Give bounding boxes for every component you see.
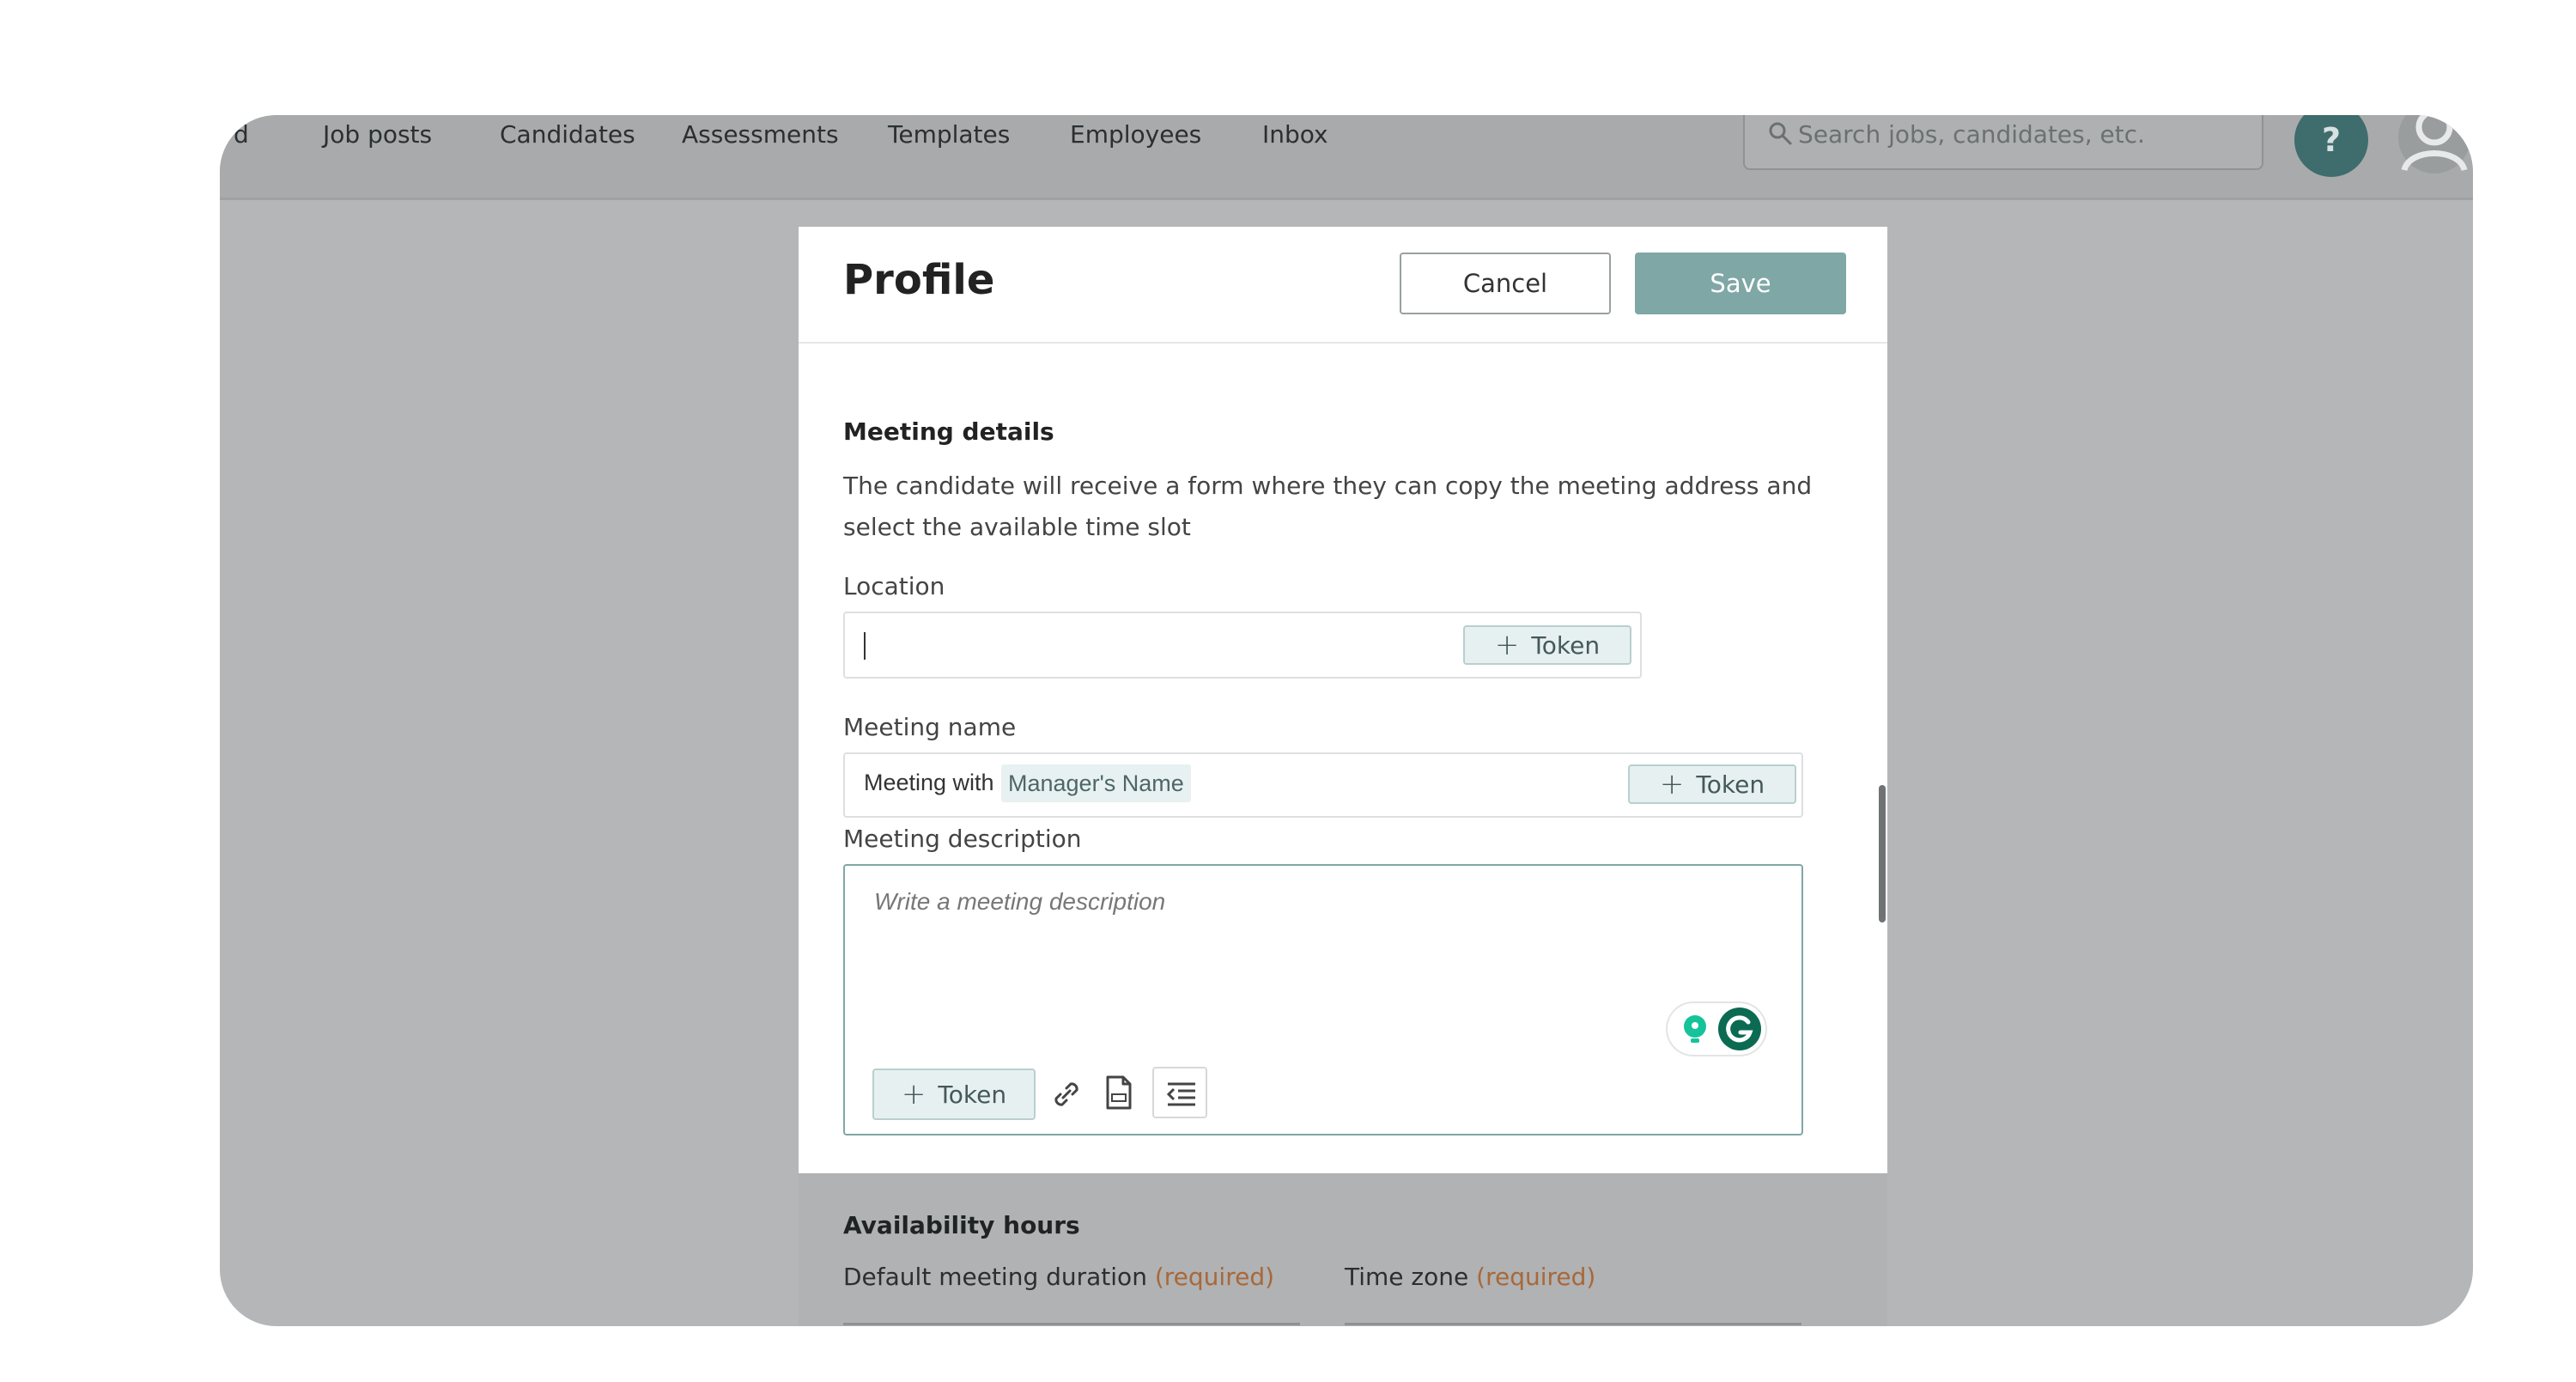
plus-icon: +	[1659, 767, 1685, 801]
nav-item-dashboard[interactable]: d	[234, 120, 249, 149]
indent-button[interactable]	[1152, 1067, 1207, 1118]
location-label: Location	[843, 572, 945, 600]
search-icon	[1769, 122, 1792, 145]
image-file-icon[interactable]	[1099, 1074, 1137, 1111]
timezone-select[interactable]	[1345, 1323, 1801, 1325]
save-button[interactable]: Save	[1635, 253, 1846, 314]
top-navigation: d Job posts Candidates Assessments Templ…	[220, 115, 2473, 200]
timezone-label: Time zone (required)	[1345, 1263, 1595, 1291]
link-icon[interactable]	[1048, 1075, 1085, 1113]
nav-item-assessments[interactable]: Assessments	[682, 120, 839, 149]
lightbulb-icon	[1684, 1015, 1706, 1043]
page-title: Profile	[843, 256, 995, 304]
app-window: d Job posts Candidates Assessments Templ…	[220, 115, 2473, 1326]
meeting-description-placeholder: Write a meeting description	[874, 888, 1166, 915]
nav-item-job-posts[interactable]: Job posts	[323, 120, 432, 149]
token-button-label: Token	[938, 1080, 1007, 1109]
text-caret	[864, 632, 866, 660]
location-token-button[interactable]: + Token	[1463, 625, 1631, 665]
indent-icon	[1166, 1082, 1195, 1106]
description-token-button[interactable]: + Token	[872, 1068, 1036, 1120]
token-button-label: Token	[1696, 770, 1765, 799]
search-input[interactable]: Search jobs, candidates, etc.	[1743, 115, 2263, 170]
avatar[interactable]	[2396, 115, 2473, 177]
plus-icon: +	[1494, 628, 1520, 662]
nav-item-employees[interactable]: Employees	[1070, 120, 1201, 149]
grammarly-icon	[1718, 1008, 1761, 1050]
nav-item-inbox[interactable]: Inbox	[1262, 120, 1328, 149]
location-input[interactable]: + Token	[843, 612, 1642, 679]
profile-modal: Profile Cancel Save Meeting details The …	[799, 227, 1887, 1173]
user-icon	[2398, 115, 2470, 174]
grammarly-widget[interactable]	[1668, 1003, 1765, 1055]
meeting-name-label: Meeting name	[843, 713, 1017, 741]
managers-name-token[interactable]: Manager's Name	[1001, 764, 1191, 802]
timezone-required-tag: (required)	[1476, 1263, 1596, 1291]
cancel-button[interactable]: Cancel	[1400, 253, 1611, 314]
duration-label: Default meeting duration (required)	[843, 1263, 1274, 1291]
meeting-description-editor[interactable]: Write a meeting description + Token	[843, 864, 1803, 1135]
meeting-name-token-button[interactable]: + Token	[1628, 764, 1796, 804]
duration-select[interactable]	[843, 1323, 1300, 1325]
duration-required-tag: (required)	[1154, 1263, 1275, 1291]
nav-item-templates[interactable]: Templates	[888, 120, 1010, 149]
plus-icon: +	[901, 1077, 927, 1111]
duration-label-text: Default meeting duration	[843, 1263, 1147, 1291]
meeting-name-prefix: Meeting with	[864, 770, 994, 795]
token-button-label: Token	[1531, 630, 1601, 660]
modal-header: Profile Cancel Save	[799, 227, 1887, 344]
availability-section: Availability hours Default meeting durat…	[799, 1173, 1887, 1326]
search-placeholder: Search jobs, candidates, etc.	[1798, 120, 2146, 149]
meeting-name-input[interactable]: Meeting with Manager's Name + Token	[843, 752, 1803, 818]
meeting-description-label: Meeting description	[843, 825, 1082, 853]
modal-scrollbar[interactable]	[1879, 785, 1886, 922]
nav-item-candidates[interactable]: Candidates	[500, 120, 635, 149]
help-button[interactable]: ?	[2294, 115, 2368, 177]
meeting-details-description: The candidate will receive a form where …	[843, 472, 1813, 541]
timezone-label-text: Time zone	[1345, 1263, 1469, 1291]
availability-heading: Availability hours	[843, 1211, 1080, 1239]
meeting-details-heading: Meeting details	[843, 417, 1054, 446]
